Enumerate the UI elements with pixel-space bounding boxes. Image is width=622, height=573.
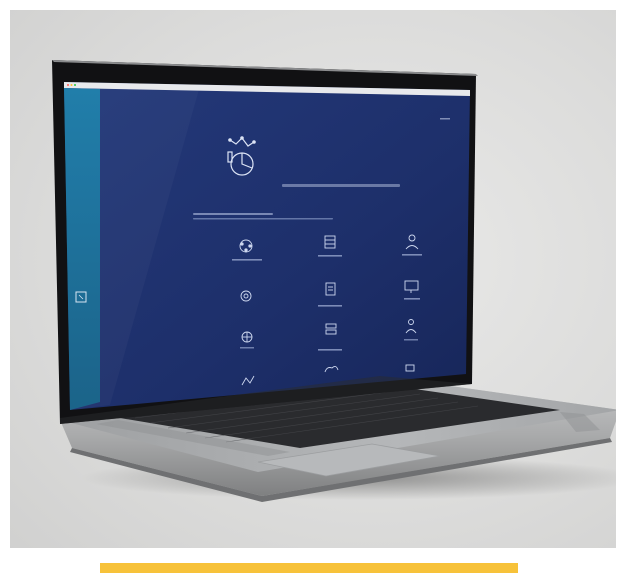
screen-corner-text <box>440 118 450 120</box>
close-dot <box>67 84 69 86</box>
screen-title-line <box>282 184 400 187</box>
accent-bar <box>100 563 518 573</box>
laptop-illustration <box>52 60 622 502</box>
product-photo <box>0 0 622 573</box>
network-icon <box>241 331 253 343</box>
minimize-dot <box>70 84 73 86</box>
maximize-dot <box>74 84 76 86</box>
